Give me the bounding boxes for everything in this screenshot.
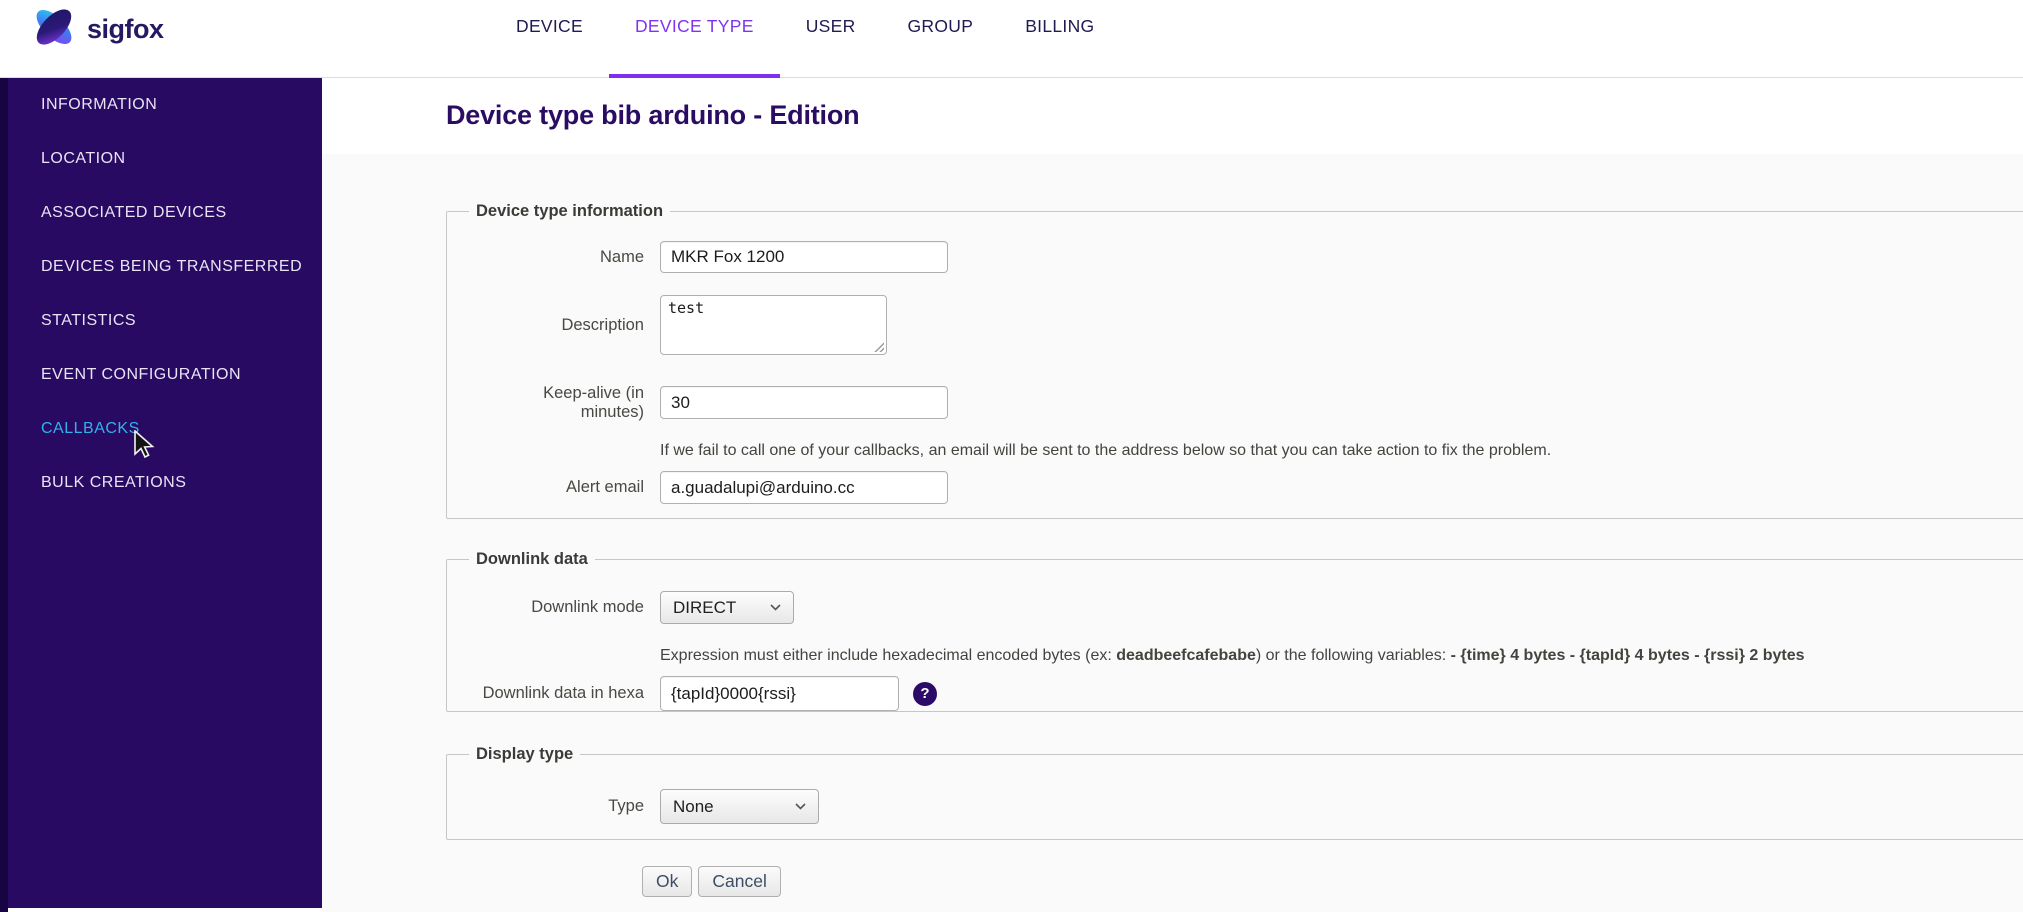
fieldset-downlink-data: Downlink data Downlink mode DIRECT Expre… [446, 550, 2023, 712]
alert-email-label: Alert email [566, 478, 644, 497]
row-alert-email: Alert email a.guadalupi@arduino.cc [447, 471, 948, 504]
nav-user[interactable]: USER [780, 0, 882, 78]
legend-downlink-data: Downlink data [476, 550, 588, 568]
mouse-cursor [133, 429, 159, 465]
nav-billing[interactable]: BILLING [999, 0, 1120, 78]
chevron-down-icon [770, 604, 781, 611]
nav-device[interactable]: DEVICE [490, 0, 609, 78]
device-type-form: Device type information Name MKR Fox 120… [322, 154, 2023, 912]
keepalive-input[interactable]: 30 [660, 386, 948, 420]
name-label: Name [599, 247, 644, 266]
legend-display-type: Display type [476, 745, 574, 763]
page-title: Device type bib arduino - Edition [446, 100, 860, 130]
top-nav: DEVICE DEVICE TYPE USER GROUP BILLING [490, 0, 1120, 78]
form-actions: Ok Cancel [642, 866, 781, 897]
downlink-mode-value: DIRECT [673, 597, 737, 617]
alert-email-input[interactable]: a.guadalupi@arduino.cc [660, 471, 948, 504]
name-input[interactable]: MKR Fox 1200 [660, 241, 948, 273]
main-content: Device type bib arduino - Edition Device… [322, 78, 2023, 912]
sidebar-item-devices-being-transferred[interactable]: DEVICES BEING TRANSFERRED [8, 240, 322, 294]
fieldset-display-type: Display type Type None [446, 745, 2023, 840]
legend-device-type-information: Device type information [476, 202, 664, 220]
downlink-mode-label: Downlink mode [531, 598, 644, 617]
row-downlink-mode: Downlink mode DIRECT [447, 591, 794, 624]
sigfox-butterfly-icon [30, 4, 78, 55]
chevron-down-icon [795, 803, 806, 810]
header: sigfox DEVICE DEVICE TYPE USER GROUP BIL… [0, 0, 2023, 78]
display-type-label: Type [608, 797, 644, 816]
sidebar-item-information[interactable]: INFORMATION [8, 78, 322, 132]
cancel-button[interactable]: Cancel [698, 866, 781, 897]
description-label: Description [561, 315, 644, 334]
left-edge-strip [0, 0, 8, 912]
downlink-hexa-input[interactable]: {tapId}0000{rssi} [660, 676, 899, 711]
downlink-mode-select[interactable]: DIRECT [660, 591, 794, 624]
brand-name: sigfox [87, 14, 164, 44]
row-name: Name MKR Fox 1200 [447, 241, 948, 273]
row-display-type: Type None [447, 789, 819, 824]
display-type-select[interactable]: None [660, 789, 819, 824]
description-textarea[interactable]: test [660, 295, 887, 355]
nav-device-type[interactable]: DEVICE TYPE [608, 0, 780, 78]
help-icon[interactable]: ? [913, 681, 937, 706]
display-type-value: None [673, 796, 714, 816]
row-keepalive: Keep-alive (in minutes) 30 [447, 384, 948, 422]
row-description: Description test [447, 295, 887, 355]
sigfox-logo[interactable]: sigfox [30, 4, 164, 55]
keepalive-label: Keep-alive (in minutes) [543, 384, 644, 421]
nav-group[interactable]: GROUP [882, 0, 1000, 78]
alert-email-note: If we fail to call one of your callbacks… [660, 442, 1552, 459]
ok-button[interactable]: Ok [642, 866, 693, 897]
downlink-hexa-label: Downlink data in hexa [482, 684, 644, 703]
sidebar-item-callbacks[interactable]: CALLBACKS [8, 402, 322, 456]
sidebar-item-statistics[interactable]: STATISTICS [8, 294, 322, 348]
downlink-expression-note: Expression must either include hexadecim… [660, 647, 1805, 664]
sidebar-item-associated-devices[interactable]: ASSOCIATED DEVICES [8, 186, 322, 240]
fieldset-device-type-information: Device type information Name MKR Fox 120… [446, 202, 2023, 519]
sidebar: INFORMATION LOCATION ASSOCIATED DEVICES … [8, 78, 322, 908]
sidebar-item-bulk-creations[interactable]: BULK CREATIONS [8, 456, 322, 510]
row-downlink-hexa: Downlink data in hexa {tapId}0000{rssi} … [447, 676, 937, 711]
sidebar-item-location[interactable]: LOCATION [8, 132, 322, 186]
sidebar-item-event-configuration[interactable]: EVENT CONFIGURATION [8, 348, 322, 402]
